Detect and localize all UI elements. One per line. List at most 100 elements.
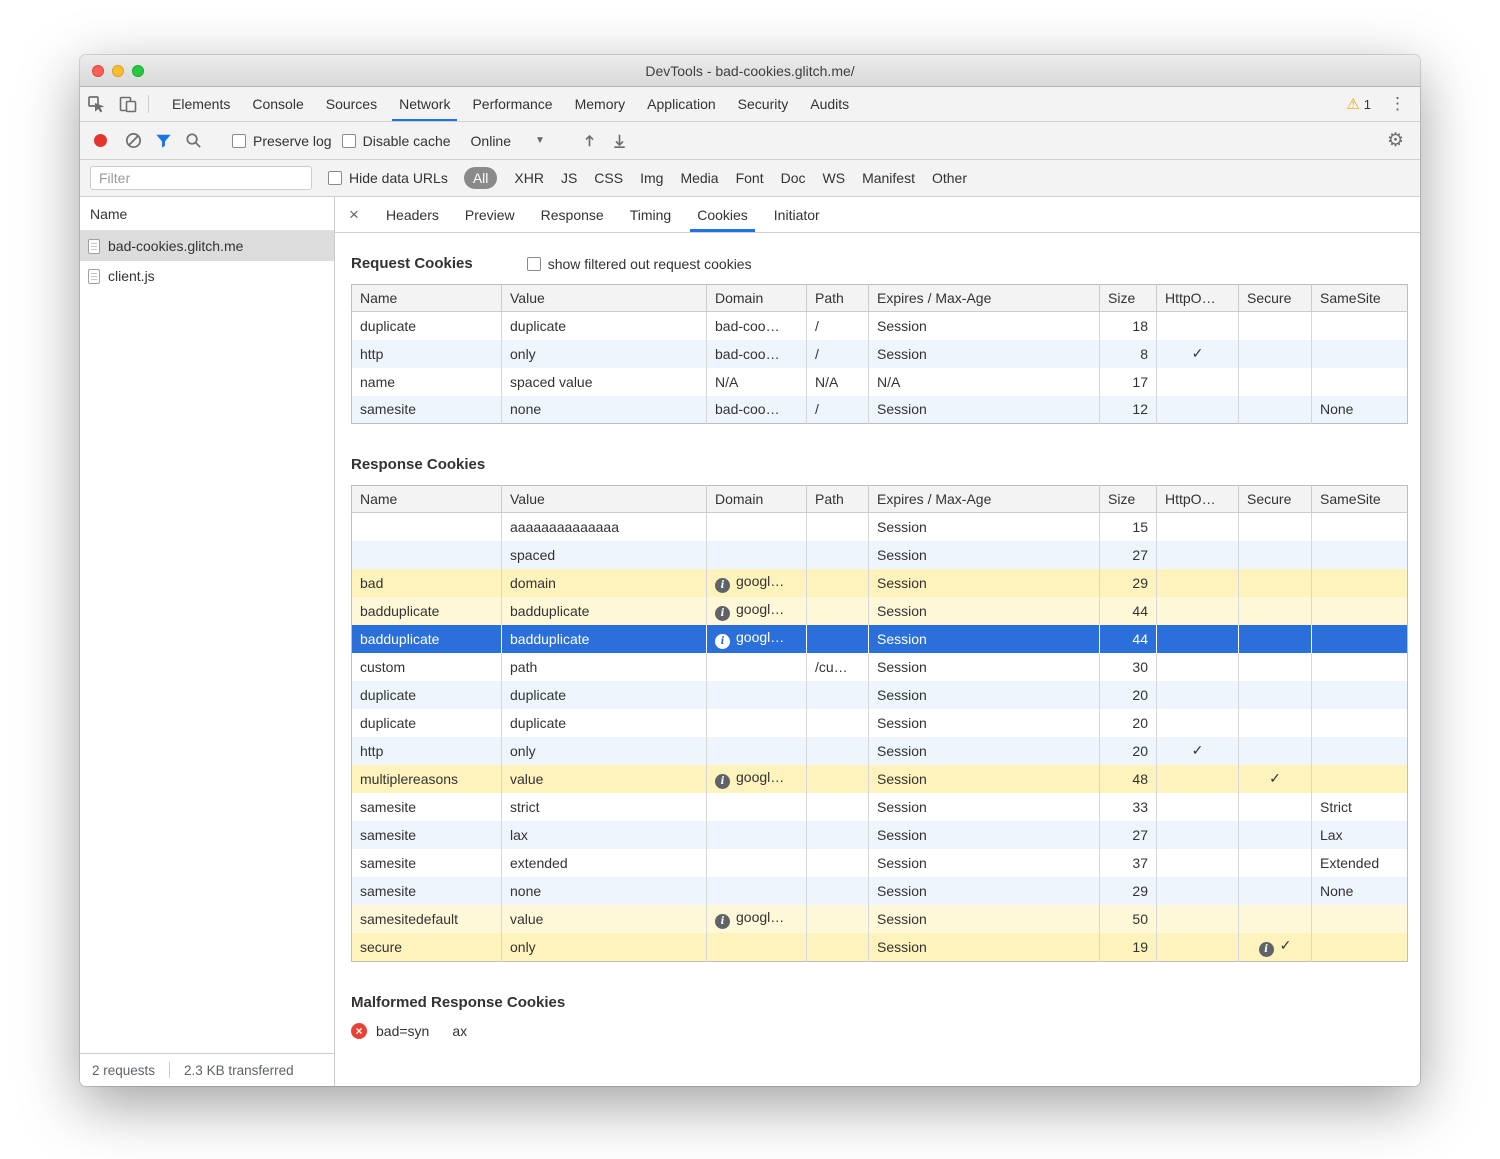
tab-memory[interactable]: Memory — [564, 87, 637, 121]
type-filter-js[interactable]: JS — [561, 170, 577, 186]
filter-icon[interactable] — [153, 131, 173, 151]
preserve-log-checkbox-label[interactable]: Preserve log — [232, 133, 332, 149]
cookie-row[interactable]: aaaaaaaaaaaaaaSession15 — [352, 513, 1408, 541]
cookie-row[interactable]: duplicateduplicateSession20 — [352, 681, 1408, 709]
detail-tab-preview[interactable]: Preview — [452, 197, 528, 232]
search-icon[interactable] — [183, 131, 203, 151]
cookie-row[interactable]: samesitelaxSession27Lax — [352, 821, 1408, 849]
type-filter-img[interactable]: Img — [640, 170, 663, 186]
column-header[interactable]: Path — [807, 285, 869, 312]
tab-network[interactable]: Network — [388, 87, 461, 121]
cookie-row[interactable]: samesitenoneSession29None — [352, 877, 1408, 905]
minimize-window-button[interactable] — [112, 65, 124, 77]
more-options-icon[interactable]: ⋮ — [1381, 94, 1414, 114]
column-header[interactable]: HttpO… — [1157, 486, 1239, 513]
tab-performance[interactable]: Performance — [461, 87, 563, 121]
column-header[interactable]: Name — [352, 285, 502, 312]
cell-domain: N/A — [707, 368, 807, 396]
inspect-element-icon[interactable] — [80, 87, 112, 121]
column-header[interactable]: Path — [807, 486, 869, 513]
column-header[interactable]: Expires / Max-Age — [869, 486, 1100, 513]
column-header[interactable]: Expires / Max-Age — [869, 285, 1100, 312]
column-header[interactable]: Domain — [707, 486, 807, 513]
detail-tab-response[interactable]: Response — [528, 197, 617, 232]
settings-gear-icon[interactable]: ⚙ — [1381, 129, 1410, 152]
cookie-row[interactable]: samesitedefaultvalueigoogl…Session50 — [352, 905, 1408, 933]
close-window-button[interactable] — [92, 65, 104, 77]
detail-tab-headers[interactable]: Headers — [373, 197, 452, 232]
type-filter-css[interactable]: CSS — [594, 170, 623, 186]
cookie-row[interactable]: spacedSession27 — [352, 541, 1408, 569]
type-filter-other[interactable]: Other — [932, 170, 967, 186]
export-har-icon[interactable] — [610, 131, 630, 151]
tab-elements[interactable]: Elements — [161, 87, 241, 121]
cell-httponly — [1157, 653, 1239, 681]
cell-expires: N/A — [869, 368, 1100, 396]
cookie-row[interactable]: samesitestrictSession33Strict — [352, 793, 1408, 821]
record-button[interactable] — [94, 134, 107, 147]
request-row[interactable]: bad-cookies.glitch.me — [80, 231, 334, 261]
cookie-row[interactable]: samesiteextendedSession37Extended — [352, 849, 1408, 877]
column-header[interactable]: HttpO… — [1157, 285, 1239, 312]
column-header[interactable]: Size — [1100, 486, 1157, 513]
detail-tab-cookies[interactable]: Cookies — [684, 197, 761, 232]
cookie-row[interactable]: httponlybad-coo…/Session8✓ — [352, 340, 1408, 368]
device-toolbar-icon[interactable] — [112, 87, 144, 121]
filter-input[interactable] — [90, 166, 312, 190]
throttling-dropdown[interactable]: Online ▼ — [465, 131, 551, 151]
detail-tab-timing[interactable]: Timing — [617, 197, 685, 232]
type-filter-xhr[interactable]: XHR — [514, 170, 544, 186]
cell-size: 20 — [1100, 709, 1157, 737]
disable-cache-checkbox-label[interactable]: Disable cache — [342, 133, 451, 149]
type-filter-doc[interactable]: Doc — [781, 170, 806, 186]
column-header[interactable]: Size — [1100, 285, 1157, 312]
preserve-log-checkbox[interactable] — [232, 134, 246, 148]
cookie-row[interactable]: custompath/cu…Session30 — [352, 653, 1408, 681]
cookie-row[interactable]: badduplicatebadduplicateigoogl…Session44 — [352, 597, 1408, 625]
type-filter-manifest[interactable]: Manifest — [862, 170, 915, 186]
show-filtered-checkbox[interactable] — [527, 257, 541, 271]
type-filter-font[interactable]: Font — [736, 170, 764, 186]
cookie-row[interactable]: httponlySession20✓ — [352, 737, 1408, 765]
hide-data-urls-checkbox[interactable] — [328, 171, 342, 185]
column-header[interactable]: Domain — [707, 285, 807, 312]
cookie-row[interactable]: duplicateduplicatebad-coo…/Session18 — [352, 312, 1408, 340]
cookie-row[interactable]: badduplicatebadduplicateigoogl…Session44 — [352, 625, 1408, 653]
show-filtered-checkbox-label[interactable]: show filtered out request cookies — [527, 256, 752, 272]
tab-console[interactable]: Console — [241, 87, 314, 121]
cookie-row[interactable]: baddomainigoogl…Session29 — [352, 569, 1408, 597]
tab-application[interactable]: Application — [636, 87, 727, 121]
type-filter-all[interactable]: All — [464, 167, 498, 189]
cookie-row[interactable]: secureonlySession19i✓ — [352, 933, 1408, 962]
hide-data-urls-checkbox-label[interactable]: Hide data URLs — [328, 170, 448, 186]
column-header[interactable]: Name — [352, 486, 502, 513]
warning-badge[interactable]: ⚠ 1 — [1342, 97, 1375, 112]
import-har-icon[interactable] — [580, 131, 600, 151]
request-row[interactable]: client.js — [80, 261, 334, 291]
tab-sources[interactable]: Sources — [315, 87, 388, 121]
cell-value: duplicate — [502, 312, 707, 340]
tab-audits[interactable]: Audits — [799, 87, 860, 121]
disable-cache-checkbox[interactable] — [342, 134, 356, 148]
cell-path — [807, 541, 869, 569]
zoom-window-button[interactable] — [132, 65, 144, 77]
column-header[interactable]: SameSite — [1312, 285, 1408, 312]
column-header[interactable]: Secure — [1239, 486, 1312, 513]
cookie-row[interactable]: namespaced valueN/AN/AN/A17 — [352, 368, 1408, 396]
column-header[interactable]: Secure — [1239, 285, 1312, 312]
close-details-button[interactable]: × — [335, 197, 373, 232]
column-header[interactable]: Value — [502, 285, 707, 312]
cookie-row[interactable]: duplicateduplicateSession20 — [352, 709, 1408, 737]
detail-tab-initiator[interactable]: Initiator — [761, 197, 833, 232]
requests-name-column-header[interactable]: Name — [80, 197, 334, 231]
clear-icon[interactable] — [123, 131, 143, 151]
cookie-row[interactable]: samesitenonebad-coo…/Session12None — [352, 396, 1408, 424]
window-title: DevTools - bad-cookies.glitch.me/ — [80, 63, 1420, 79]
column-header[interactable]: Value — [502, 486, 707, 513]
type-filter-media[interactable]: Media — [680, 170, 718, 186]
tab-security[interactable]: Security — [727, 87, 800, 121]
cookie-row[interactable]: multiplereasonsvalueigoogl…Session48✓ — [352, 765, 1408, 793]
column-header[interactable]: SameSite — [1312, 486, 1408, 513]
type-filter-ws[interactable]: WS — [823, 170, 846, 186]
checkmark-icon: ✓ — [1192, 345, 1204, 361]
